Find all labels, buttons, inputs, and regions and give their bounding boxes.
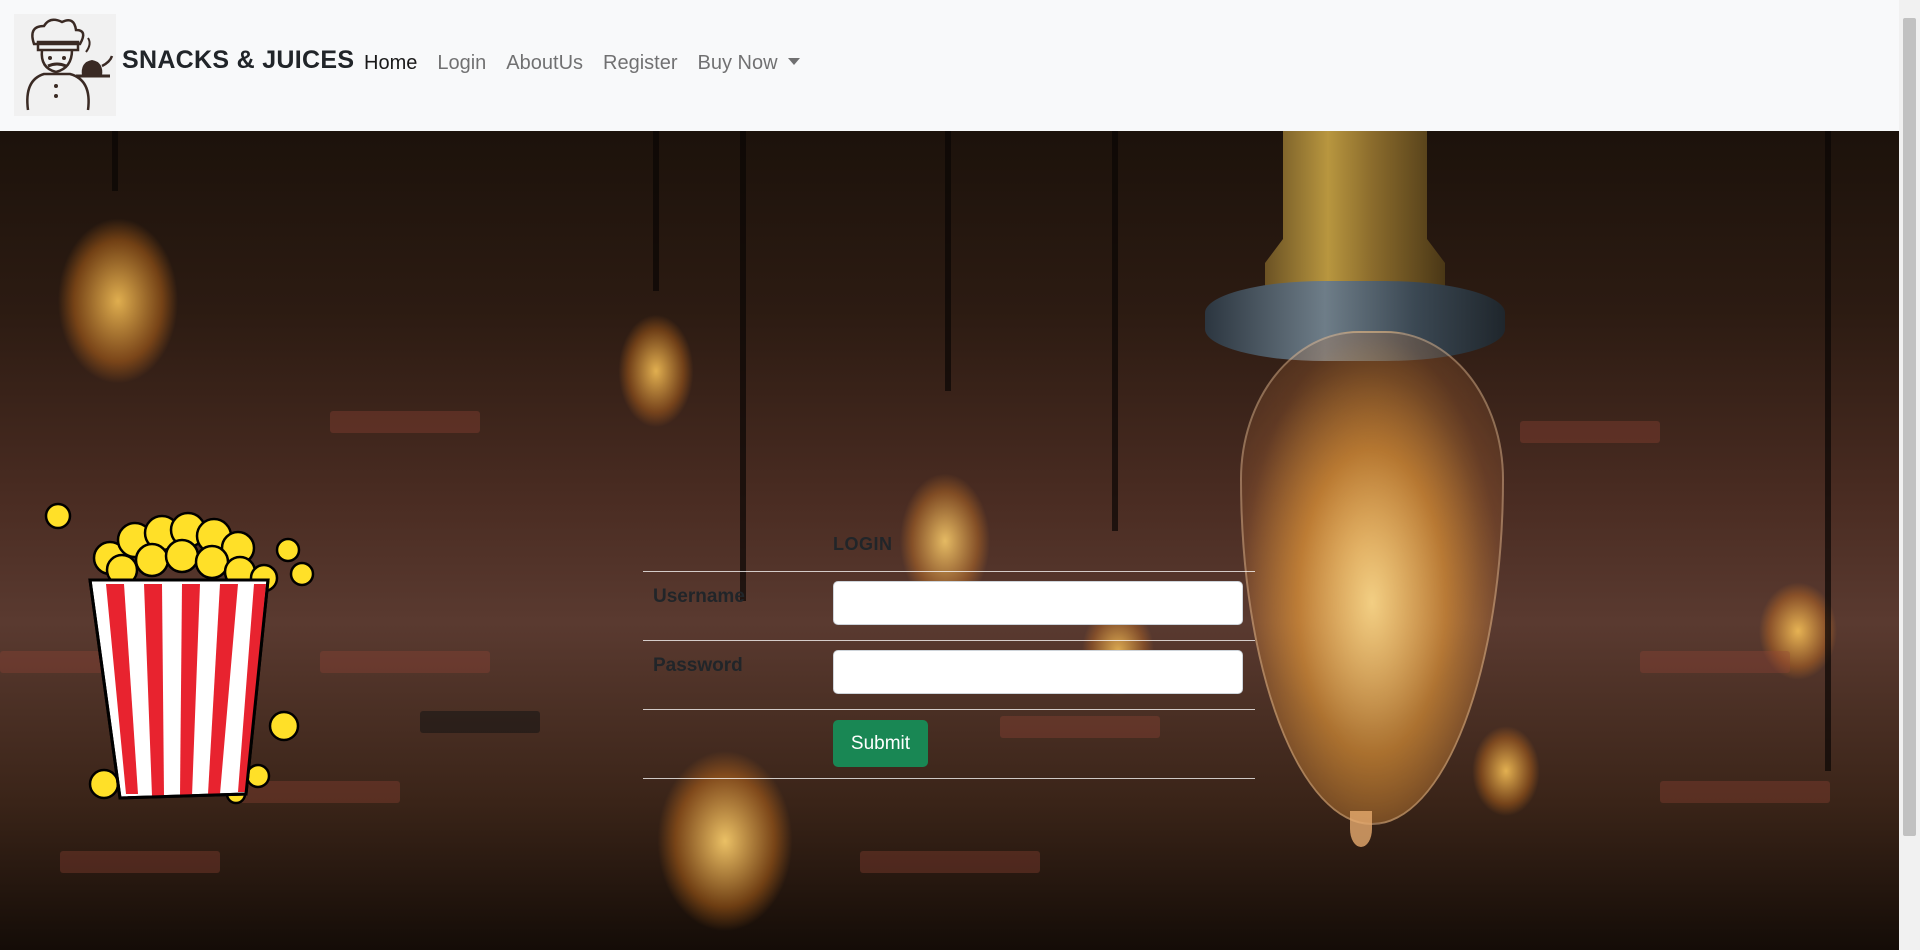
nav-item-register[interactable]: Register (603, 52, 677, 75)
bulb-wire (112, 131, 118, 191)
brick (1520, 421, 1660, 443)
nav-item-home[interactable]: Home (364, 52, 417, 75)
bulb-wire (1825, 131, 1831, 771)
brick (1660, 781, 1830, 803)
nav-item-aboutus[interactable]: AboutUs (506, 52, 583, 75)
brick (1000, 716, 1160, 738)
table-divider (643, 640, 1255, 641)
chef-logo-icon[interactable] (14, 14, 116, 116)
table-divider (643, 778, 1255, 779)
submit-button[interactable]: Submit (833, 720, 928, 767)
brick (60, 851, 220, 873)
username-label: Username (653, 586, 745, 607)
main-nav: Home Login AboutUs Register Buy Now (364, 52, 820, 75)
page-scrollbar[interactable] (1899, 0, 1920, 950)
login-title: LOGIN (833, 534, 893, 554)
bulb-wire (653, 131, 659, 291)
brand-name[interactable]: SNACKS & JUICES (122, 46, 354, 75)
light-bulb-icon (1240, 331, 1504, 825)
username-input[interactable] (833, 581, 1243, 625)
bulb-wire (740, 131, 746, 601)
bulb-wire (1112, 131, 1118, 531)
nav-item-login[interactable]: Login (437, 52, 486, 75)
bulb-wire (945, 131, 951, 391)
popcorn-bucket-icon (40, 488, 340, 808)
password-input[interactable] (833, 650, 1243, 694)
chevron-down-icon (787, 58, 800, 65)
brick (320, 651, 490, 673)
password-label: Password (653, 655, 743, 676)
brick (1640, 651, 1790, 673)
brick (860, 851, 1040, 873)
scrollbar-thumb[interactable] (1903, 18, 1916, 836)
nav-item-buy-now[interactable]: Buy Now (698, 52, 800, 75)
nav-item-buy-now-label: Buy Now (697, 52, 778, 74)
brick (420, 711, 540, 733)
table-divider (643, 709, 1255, 710)
bulb-tip (1350, 811, 1372, 847)
navbar: SNACKS & JUICES Home Login AboutUs Regis… (0, 0, 1899, 131)
brick (330, 411, 480, 433)
table-divider (643, 571, 1255, 572)
